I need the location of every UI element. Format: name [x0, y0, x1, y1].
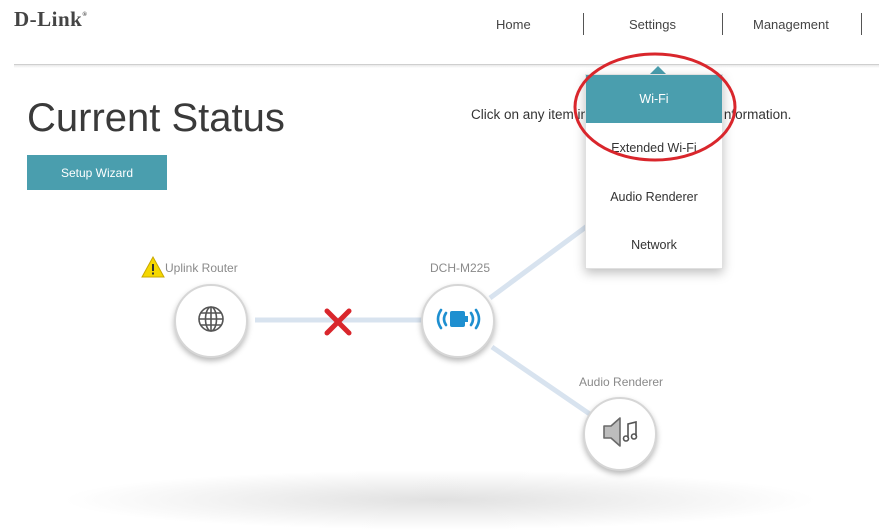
menu-item-network[interactable]: Network [586, 221, 722, 269]
speaker-icon [600, 414, 640, 455]
globe-icon [196, 304, 226, 339]
uplink-router-node[interactable] [174, 284, 248, 358]
network-links [255, 215, 600, 422]
warning-icon [141, 255, 165, 283]
menu-item-extended-wifi[interactable]: Extended Wi-Fi [586, 124, 722, 172]
dropdown-caret [650, 66, 666, 74]
floor-shadow [60, 470, 820, 530]
link-extender-to-client [488, 215, 600, 301]
extender-label: DCH-M225 [430, 261, 491, 275]
uplink-router-label: Uplink Router [165, 261, 238, 275]
audio-renderer-label: Audio Renderer [579, 375, 664, 389]
disconnected-x-icon [324, 308, 352, 341]
settings-dropdown: Wi-Fi Extended Wi-Fi Audio Renderer Netw… [585, 74, 723, 269]
wifi-extender-icon [433, 304, 483, 339]
extender-node[interactable] [421, 284, 495, 358]
audio-renderer-node[interactable] [583, 397, 657, 471]
menu-item-wifi[interactable]: Wi-Fi [586, 75, 722, 123]
menu-item-audio-renderer[interactable]: Audio Renderer [586, 173, 722, 221]
